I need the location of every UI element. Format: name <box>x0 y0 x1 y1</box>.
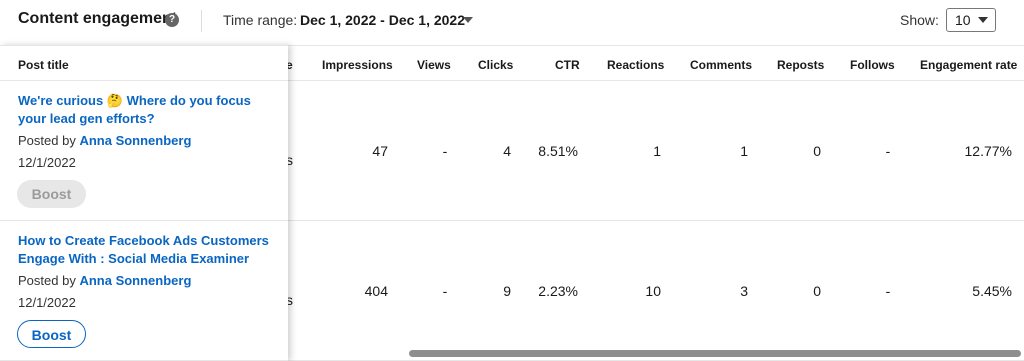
post-title-column: Post title We're curious 🤔 Where do you … <box>0 45 288 361</box>
reactions-cell: 1 <box>653 143 661 159</box>
post-cell: How to Create Facebook Ads Customers Eng… <box>0 221 288 361</box>
horizontal-scrollbar[interactable] <box>409 350 1021 357</box>
impressions-cell: 47 <box>372 143 388 159</box>
comments-cell: 1 <box>740 143 748 159</box>
post-cell: We're curious 🤔 Where do you focus your … <box>0 81 288 221</box>
boost-button: Boost <box>17 180 86 208</box>
chevron-down-icon <box>978 17 988 23</box>
posted-by-label: Posted by <box>18 273 76 288</box>
clicks-cell: 4 <box>503 143 511 159</box>
views-cell: - <box>442 143 448 159</box>
help-icon[interactable]: ? <box>165 13 179 27</box>
posted-by-label: Posted by <box>18 133 76 148</box>
chevron-down-icon[interactable] <box>463 17 473 23</box>
show-label: Show: <box>900 12 939 28</box>
clicks-cell: 9 <box>503 283 511 299</box>
reposts-cell: 0 <box>813 143 821 159</box>
column-header-views[interactable]: Views <box>417 58 451 72</box>
column-header-follows[interactable]: Follows <box>850 58 895 72</box>
posted-by: Posted by Anna Sonnenberg <box>18 133 191 148</box>
show-count-select[interactable]: 10 <box>946 8 996 32</box>
column-header-reposts[interactable]: Reposts <box>777 58 824 72</box>
boost-button[interactable]: Boost <box>17 320 86 348</box>
header-divider <box>201 10 202 32</box>
reposts-cell: 0 <box>813 283 821 299</box>
time-range-label: Time range: <box>223 12 298 28</box>
post-date: 12/1/2022 <box>18 295 76 310</box>
views-cell: - <box>442 283 448 299</box>
show-count-value: 10 <box>955 12 971 28</box>
comments-cell: 3 <box>740 283 748 299</box>
time-range-dropdown[interactable]: Dec 1, 2022 - Dec 1, 2022 <box>300 12 465 28</box>
post-date: 12/1/2022 <box>18 155 76 170</box>
follows-cell: - <box>885 283 891 299</box>
column-header-ctr[interactable]: CTR <box>555 58 580 72</box>
ctr-cell: 2.23% <box>538 283 578 299</box>
column-header-reactions[interactable]: Reactions <box>607 58 664 72</box>
reactions-cell: 10 <box>645 283 661 299</box>
ctr-cell: 8.51% <box>538 143 578 159</box>
post-title-header-label: Post title <box>18 58 69 72</box>
column-header-clicks[interactable]: Clicks <box>478 58 513 72</box>
post-title-link[interactable]: How to Create Facebook Ads Customers Eng… <box>18 232 278 268</box>
page-title: Content engagement <box>18 10 178 27</box>
impressions-cell: 404 <box>364 283 388 299</box>
author-link[interactable]: Anna Sonnenberg <box>79 133 191 148</box>
follows-cell: - <box>885 143 891 159</box>
content-engagement-header: Content engagement ? Time range: Dec 1, … <box>0 0 1024 44</box>
post-title-link[interactable]: We're curious 🤔 Where do you focus your … <box>18 92 278 128</box>
posted-by: Posted by Anna Sonnenberg <box>18 273 191 288</box>
column-header-impressions[interactable]: Impressions <box>322 58 393 72</box>
engagement-rate-cell: 12.77% <box>964 143 1012 159</box>
column-header-post-title[interactable]: Post title <box>0 45 288 81</box>
column-header-comments[interactable]: Comments <box>690 58 752 72</box>
column-header-engagement-rate[interactable]: Engagement rate <box>920 58 1017 72</box>
engagement-rate-cell: 5.45% <box>972 283 1012 299</box>
author-link[interactable]: Anna Sonnenberg <box>79 273 191 288</box>
